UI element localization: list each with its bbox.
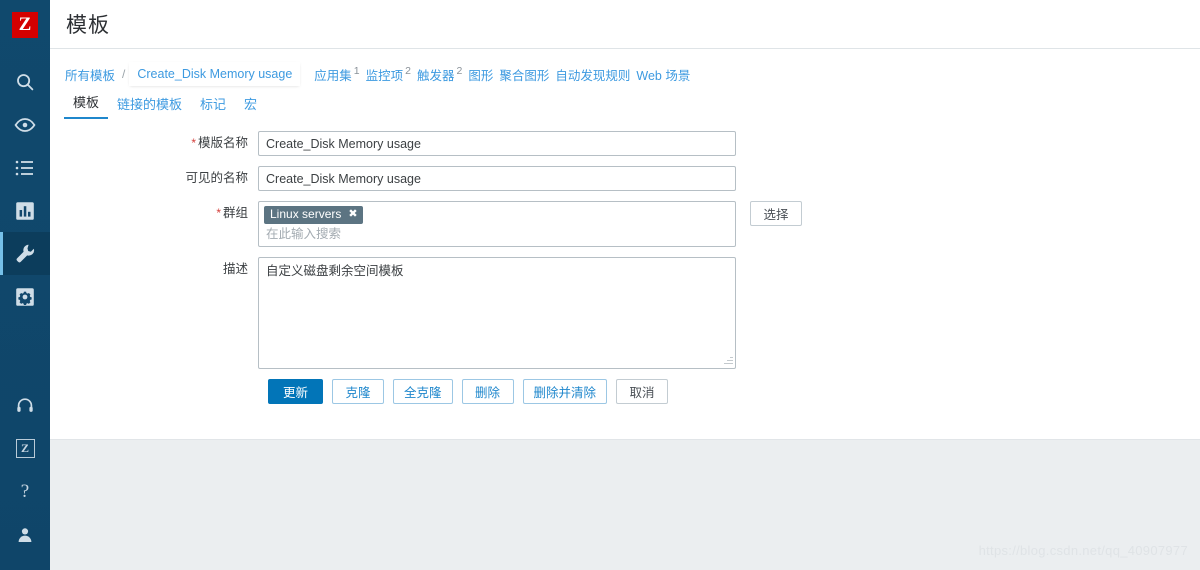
sidebar-item-configuration[interactable] <box>0 232 50 275</box>
field-row-visible-name: 可见的名称 <box>50 166 1200 191</box>
breadcrumb-link-screens[interactable]: 聚合图形 <box>496 62 552 87</box>
breadcrumb-link-count: 2 <box>405 65 411 78</box>
chart-icon <box>15 201 35 221</box>
description-wrapper: 自定义磁盘剩余空间模板 <box>258 257 736 369</box>
groups-label: * 群组 <box>50 201 258 226</box>
sidebar-item-zabbix-share[interactable]: Z <box>0 427 50 470</box>
content-panel: 所有模板 / Create_Disk Memory usage 应用集 1 监控项… <box>50 49 1200 440</box>
required-asterisk: * <box>216 206 221 220</box>
group-chip[interactable]: Linux servers ✖ <box>264 206 363 224</box>
chip-remove-icon[interactable]: ✖ <box>348 208 357 221</box>
breadcrumb-link-label: 自动发现规则 <box>555 68 631 83</box>
person-icon <box>16 526 34 544</box>
form-actions: 更新 克隆 全克隆 删除 删除并清除 取消 <box>50 379 1200 404</box>
wrench-icon <box>15 243 36 264</box>
field-row-description: 描述 自定义磁盘剩余空间模板 <box>50 257 1200 369</box>
breadcrumb-link-label: Web 场景 <box>636 68 691 83</box>
sidebar-item-reports[interactable] <box>0 189 50 232</box>
headset-icon <box>16 397 34 415</box>
main-area: 模板 所有模板 / Create_Disk Memory usage 应用集 1 … <box>50 0 1200 570</box>
full-clone-button[interactable]: 全克隆 <box>393 379 453 404</box>
tab-bar: 模板 链接的模板 标记 宏 <box>50 93 1200 119</box>
breadcrumb-link-label: 应用集 <box>314 68 352 83</box>
zabbix-logo-mark: Z <box>12 12 38 38</box>
sidebar-item-support[interactable] <box>0 384 50 427</box>
zabbix-share-icon: Z <box>15 439 35 458</box>
eye-icon <box>14 115 36 135</box>
groups-control: Linux servers ✖ 在此输入搜索 选择 <box>258 201 802 247</box>
sidebar: Z Z ? <box>0 0 50 570</box>
template-form: *模版名称 可见的名称 *群组 <box>50 119 1200 404</box>
group-chip-label: Linux servers <box>270 207 342 221</box>
delete-button[interactable]: 删除 <box>461 379 514 404</box>
breadcrumb-link-count: 1 <box>353 65 360 78</box>
breadcrumb-link-items[interactable]: 监控项 2 <box>363 62 414 87</box>
tab-tags[interactable]: 标记 <box>191 94 235 119</box>
page-header: 模板 <box>50 0 1200 49</box>
breadcrumb-separator: / <box>122 67 126 81</box>
breadcrumb-link-discovery-rules[interactable]: 自动发现规则 <box>552 62 633 87</box>
breadcrumb-link-graphs[interactable]: 图形 <box>465 62 496 87</box>
breadcrumb-link-web-scenarios[interactable]: Web 场景 <box>633 62 693 87</box>
tab-linked-templates[interactable]: 链接的模板 <box>108 94 191 119</box>
delete-and-clear-button[interactable]: 删除并清除 <box>522 379 608 404</box>
watermark: https://blog.csdn.net/qq_40907977 <box>978 543 1188 558</box>
page-title: 模板 <box>66 14 110 37</box>
zabbix-logo[interactable]: Z <box>0 0 50 50</box>
template-name-input[interactable] <box>258 131 736 156</box>
field-row-groups: * 群组 Linux servers ✖ 在此输入搜索 选择 <box>50 201 1200 247</box>
sidebar-top-gap <box>0 50 50 60</box>
sidebar-item-administration[interactable] <box>0 275 50 318</box>
groups-multiselect[interactable]: Linux servers ✖ 在此输入搜索 <box>258 201 736 247</box>
question-icon: ? <box>20 481 30 502</box>
groups-chip-row: Linux servers ✖ <box>264 206 730 224</box>
select-group-button[interactable]: 选择 <box>750 201 802 226</box>
breadcrumb-link-applications[interactable]: 应用集 1 <box>311 62 362 87</box>
sidebar-item-monitoring[interactable] <box>0 103 50 146</box>
breadcrumb-link-label: 图形 <box>468 68 494 83</box>
sidebar-item-help[interactable]: ? <box>0 470 50 513</box>
template-name-label-text: 模版名称 <box>197 136 248 150</box>
groups-label-text: 群组 <box>222 206 248 220</box>
list-icon <box>15 159 35 177</box>
tab-template[interactable]: 模板 <box>64 92 109 119</box>
sidebar-item-inventory[interactable] <box>0 146 50 189</box>
visible-name-label: 可见的名称 <box>185 171 248 185</box>
cancel-button[interactable]: 取消 <box>616 379 669 404</box>
field-row-template-name: * 模版名称 <box>50 131 1200 156</box>
breadcrumb-link-triggers[interactable]: 触发器 2 <box>414 62 465 87</box>
search-icon <box>15 72 35 92</box>
breadcrumb-link-label: 监控项 <box>365 68 404 83</box>
breadcrumb-link-label: 聚合图形 <box>499 68 550 83</box>
breadcrumb: 所有模板 / Create_Disk Memory usage 应用集 1 监控项… <box>50 49 1200 87</box>
visible-name-control <box>258 166 736 191</box>
sidebar-item-search[interactable] <box>0 60 50 103</box>
breadcrumb-link-count: 2 <box>456 65 463 78</box>
breadcrumb-link-label: 触发器 <box>417 68 455 83</box>
breadcrumb-all-templates[interactable]: 所有模板 <box>62 62 118 87</box>
description-label: 描述 <box>222 262 248 276</box>
description-control: 自定义磁盘剩余空间模板 <box>258 257 736 369</box>
description-textarea[interactable]: 自定义磁盘剩余空间模板 <box>258 257 736 369</box>
groups-search-placeholder[interactable]: 在此输入搜索 <box>264 224 730 243</box>
clone-button[interactable]: 克隆 <box>332 379 385 404</box>
breadcrumb-current-template[interactable]: Create_Disk Memory usage <box>130 63 300 85</box>
sidebar-item-user-profile[interactable] <box>0 513 50 570</box>
required-asterisk: * <box>191 136 196 150</box>
template-name-control <box>258 131 736 156</box>
template-name-label: * 模版名称 <box>50 131 258 156</box>
tab-macros[interactable]: 宏 <box>235 94 266 119</box>
gear-icon <box>15 287 35 307</box>
visible-name-input[interactable] <box>258 166 736 191</box>
update-button[interactable]: 更新 <box>268 379 324 404</box>
